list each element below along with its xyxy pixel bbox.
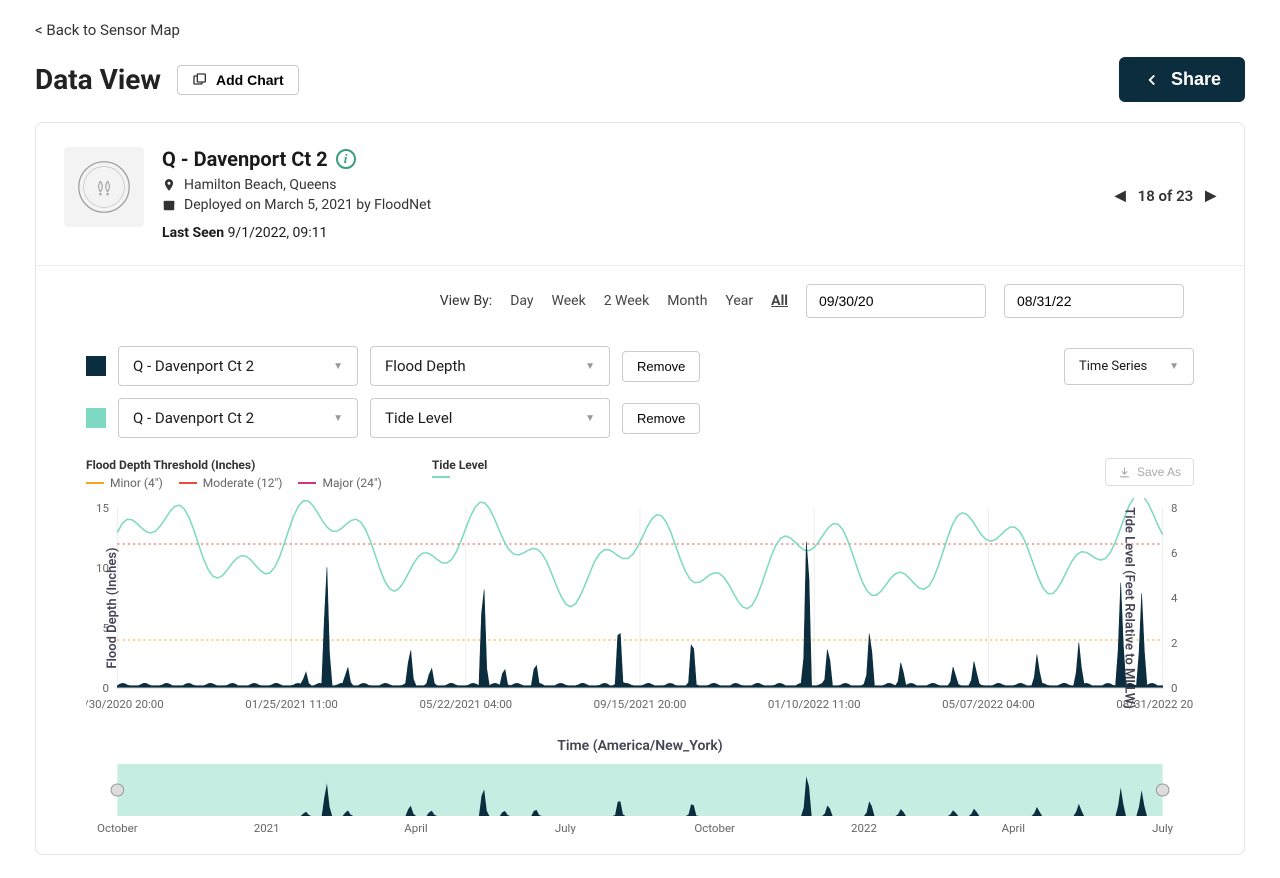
svg-text:October: October [694, 822, 735, 834]
download-icon [1118, 466, 1131, 479]
share-label: Share [1171, 69, 1221, 90]
info-icon[interactable]: i [336, 149, 356, 169]
y-axis-left-label: Flood Depth (Inches) [105, 547, 120, 668]
page-title: Data View [35, 63, 161, 96]
svg-text:2021: 2021 [254, 822, 280, 834]
remove-button[interactable]: Remove [622, 403, 700, 434]
viewby-option-2-week[interactable]: 2 Week [604, 293, 650, 309]
next-arrow-icon[interactable]: ▶ [1205, 188, 1216, 204]
series-row: Q - Davenport Ct 2▼ Flood Depth▼ Remove Tim… [86, 346, 1194, 386]
share-button[interactable]: Share [1119, 57, 1245, 102]
add-chart-label: Add Chart [216, 72, 284, 88]
svg-text:July: July [555, 822, 577, 834]
sensor-dropdown[interactable]: Q - Davenport Ct 2▼ [118, 398, 358, 438]
add-chart-button[interactable]: Add Chart [177, 65, 299, 95]
metric-dropdown[interactable]: Tide Level▼ [370, 398, 610, 438]
pager: ◀ 18 of 23 ▶ [1115, 187, 1216, 205]
legend-line-mint [432, 476, 450, 478]
legend-item: Moderate (12") [179, 476, 283, 490]
series-row: Q - Davenport Ct 2▼ Tide Level▼ Remove [86, 398, 1194, 438]
svg-text:05/22/2021 04:00: 05/22/2021 04:00 [419, 698, 512, 711]
viewby-option-week[interactable]: Week [552, 293, 586, 309]
sensor-location: Hamilton Beach, Queens [184, 177, 337, 193]
add-chart-icon [192, 72, 208, 88]
legend-item: Major (24") [298, 476, 381, 490]
brush-chart[interactable]: October 2021 April July October 2022 April July [86, 764, 1194, 834]
last-seen-label: Last Seen [162, 225, 224, 241]
legend-item: Minor (4") [86, 476, 163, 490]
svg-text:4: 4 [1171, 592, 1178, 605]
viewby-option-all[interactable]: All [771, 293, 788, 309]
svg-text:October: October [97, 822, 138, 834]
y-axis-right-label: Tide Level (Feet Relative to MLLW) [1122, 507, 1137, 709]
svg-text:April: April [404, 822, 427, 834]
date-to-input[interactable] [1004, 284, 1184, 318]
prev-arrow-icon[interactable]: ◀ [1115, 188, 1126, 204]
sensor-dropdown[interactable]: Q - Davenport Ct 2▼ [118, 346, 358, 386]
caret-icon: ▼ [1169, 361, 1179, 372]
calendar-icon [162, 198, 176, 212]
main-chart[interactable]: 09/30/2020 20:00 01/25/2021 11:00 05/22/20… [86, 498, 1194, 718]
caret-icon: ▼ [585, 361, 595, 372]
series-swatch [86, 356, 106, 376]
x-axis-label: Time (America/New_York) [86, 738, 1194, 754]
svg-text:6: 6 [1171, 547, 1177, 560]
svg-text:2: 2 [1171, 637, 1177, 650]
svg-text:0: 0 [1171, 682, 1177, 695]
sensor-name: Q - Davenport Ct 2 [162, 147, 328, 171]
svg-text:09/30/2020 20:00: 09/30/2020 20:00 [86, 698, 164, 711]
save-as-button[interactable]: Save As [1105, 458, 1194, 486]
remove-button[interactable]: Remove [622, 351, 700, 382]
svg-text:01/25/2021 11:00: 01/25/2021 11:00 [245, 698, 338, 711]
svg-text:2022: 2022 [851, 822, 877, 834]
legend-threshold-title: Flood Depth Threshold (Inches) [86, 458, 382, 472]
viewby-options: Day Week 2 Week Month Year All [510, 293, 788, 309]
date-from-input[interactable] [806, 284, 986, 318]
legend-line [179, 482, 197, 484]
svg-text:15: 15 [96, 502, 109, 515]
last-seen-value: 9/1/2022, 09:11 [228, 225, 328, 241]
legend-item-tide [432, 476, 450, 478]
metric-dropdown[interactable]: Flood Depth▼ [370, 346, 610, 386]
caret-icon: ▼ [585, 413, 595, 424]
legend-line [298, 482, 316, 484]
legend-tide-title: Tide Level [432, 458, 487, 472]
svg-text:0: 0 [103, 682, 109, 695]
viewby-option-month[interactable]: Month [667, 293, 707, 309]
pager-text: 18 of 23 [1138, 187, 1194, 205]
svg-text:April: April [1002, 822, 1025, 834]
caret-icon: ▼ [333, 413, 343, 424]
sensor-logo [64, 147, 144, 227]
svg-text:8: 8 [1171, 502, 1177, 515]
chart-type-dropdown[interactable]: Time Series▼ [1064, 348, 1194, 385]
sensor-card: Q - Davenport Ct 2 i Hamilton Beach, Que… [35, 122, 1245, 855]
viewby-option-year[interactable]: Year [725, 293, 753, 309]
series-swatch [86, 408, 106, 428]
svg-text:05/07/2022 04:00: 05/07/2022 04:00 [942, 698, 1035, 711]
legend-line [86, 482, 104, 484]
svg-text:01/10/2022 11:00: 01/10/2022 11:00 [768, 698, 861, 711]
svg-text:09/15/2021 20:00: 09/15/2021 20:00 [594, 698, 687, 711]
save-as-label: Save As [1137, 465, 1181, 479]
share-icon [1143, 71, 1161, 89]
viewby-label: View By: [440, 293, 492, 309]
back-link[interactable]: < Back to Sensor Map [35, 21, 180, 39]
caret-icon: ▼ [333, 361, 343, 372]
viewby-option-day[interactable]: Day [510, 293, 533, 309]
location-icon [162, 178, 176, 192]
svg-text:July: July [1152, 822, 1174, 834]
sensor-deployed: Deployed on March 5, 2021 by FloodNet [184, 197, 431, 213]
